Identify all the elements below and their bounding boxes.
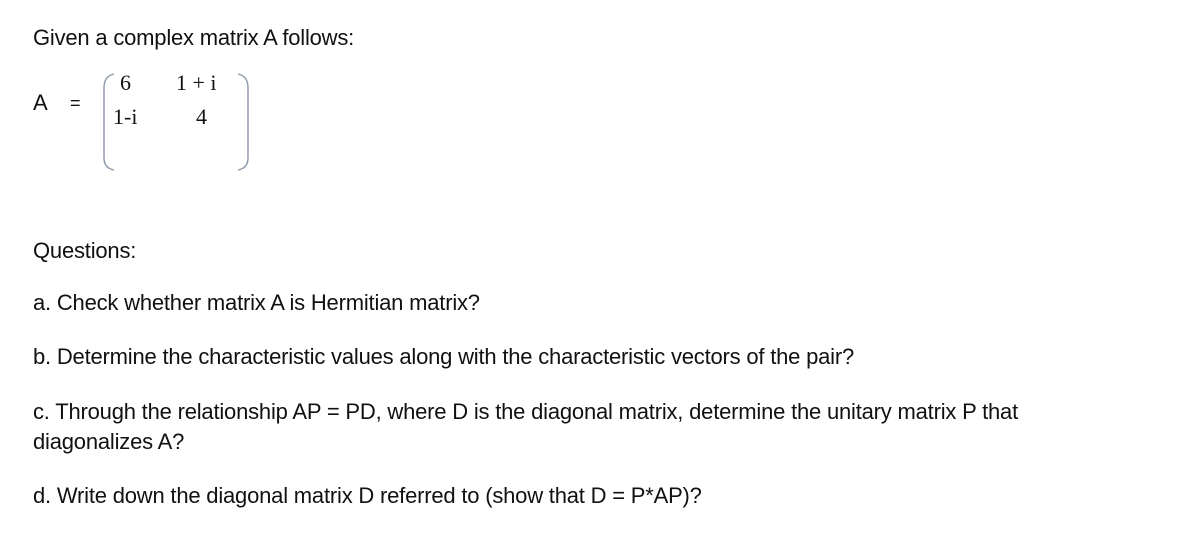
matrix-cell-1-1: 6 [120, 70, 131, 95]
question-d: d. Write down the diagonal matrix D refe… [33, 483, 702, 508]
question-c-line-1: c. Through the relationship AP = PD, whe… [33, 399, 1019, 424]
question-b: b. Determine the characteristic values a… [33, 344, 855, 369]
question-c-line-2: diagonalizes A? [33, 429, 185, 454]
matrix-cell-2-2: 4 [196, 104, 207, 129]
question-a: a. Check whether matrix A is Hermitian m… [33, 290, 480, 315]
matrix-equals-sign: = [70, 93, 81, 113]
questions-heading: Questions: [33, 238, 137, 263]
intro-text: Given a complex matrix A follows: [33, 25, 355, 50]
matrix-cell-1-2: 1 + i [176, 70, 217, 95]
matrix-label: A [33, 90, 48, 115]
matrix-a: 6 1 + i 1-i 4 [100, 70, 252, 172]
matrix-cell-2-1: 1-i [113, 104, 138, 129]
right-bracket [237, 73, 249, 171]
